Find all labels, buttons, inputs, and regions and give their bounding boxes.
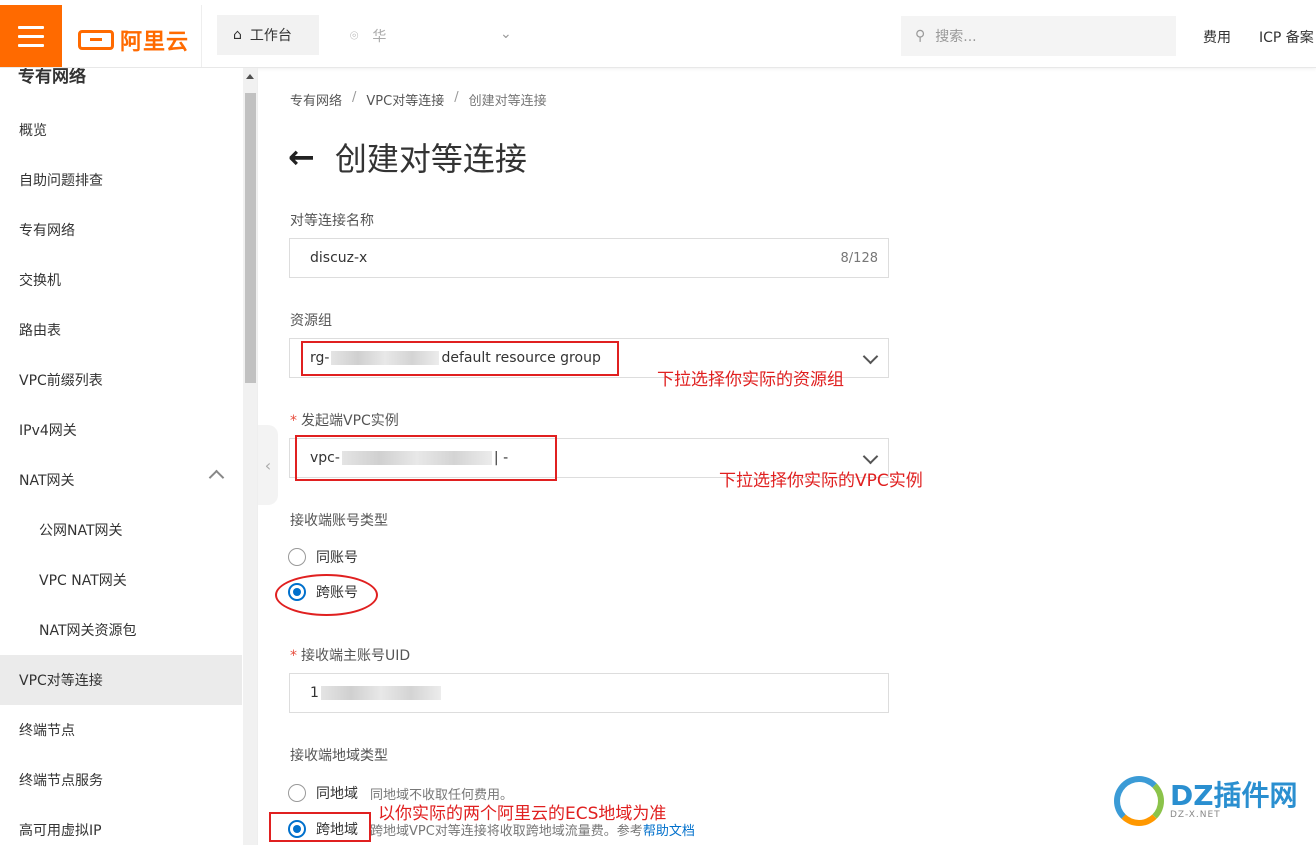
annotation-ellipse [275,574,378,616]
sidebar: 专有网络 概览 自助问题排查 专有网络 交换机 路由表 VPC前缀列表 IPv4… [0,68,258,845]
vpc-label-text: 发起端VPC实例 [301,413,399,429]
redacted-id [320,686,441,700]
sidebar-item-vswitch[interactable]: 交换机 [0,255,242,305]
uid-label: * 接收端主账号UID [290,645,410,665]
chevron-up-icon [208,469,225,486]
sidebar-item-label: 路由表 [19,323,61,339]
radio-circle [288,784,306,802]
radio-circle [288,548,306,566]
breadcrumb: 专有网络 / VPC对等连接 / 创建对等连接 [290,90,547,109]
sidebar-item-nat-package[interactable]: NAT网关资源包 [0,605,242,655]
sidebar-item-label: 概览 [19,123,47,139]
hamburger-menu-button[interactable] [0,5,62,67]
sidebar-item-label: VPC前缀列表 [19,373,103,389]
region-type-label: 接收端地域类型 [290,748,388,764]
uid-value: 1 [310,685,319,701]
breadcrumb-separator: / [454,90,459,105]
divider [201,5,202,67]
annotation-box [301,341,619,376]
annotation-region: 以你实际的两个阿里云的ECS地域为准 [378,804,667,824]
search-placeholder: 搜索... [935,29,977,45]
annotation-resource-group: 下拉选择你实际的资源组 [657,370,844,390]
watermark-logo-icon [1114,776,1164,826]
sidebar-item-label: 终端节点服务 [19,773,103,789]
breadcrumb-current: 创建对等连接 [468,94,547,109]
sidebar-item-label: VPC对等连接 [19,673,103,689]
home-icon: ⌂ [233,27,242,43]
main-content: 专有网络 / VPC对等连接 / 创建对等连接 ← 创建对等连接 对等连接名称 … [258,68,1316,845]
sidebar-item-label: 自助问题排查 [19,173,103,189]
workbench-label: 工作台 [249,28,292,44]
resource-group-label: 资源组 [290,313,332,329]
back-arrow-icon[interactable]: ← [288,138,315,176]
help-doc-link[interactable]: 帮助文档 [643,824,695,839]
region-label: 华 [372,29,387,45]
radio-label: 同账号 [316,550,358,566]
sidebar-item-vpc-nat[interactable]: VPC NAT网关 [0,555,242,605]
sidebar-title: 专有网络 [18,68,86,87]
region-selector[interactable]: ⌾ 华 ⌄ [350,26,512,46]
top-link-fees[interactable]: 费用 [1203,27,1231,47]
annotation-box [295,435,557,481]
top-link-icp[interactable]: ICP 备案 [1259,27,1314,47]
sidebar-item-public-nat[interactable]: 公网NAT网关 [0,505,242,555]
chevron-down-icon [862,448,879,465]
peering-name-label: 对等连接名称 [290,213,374,229]
location-icon: ⌾ [350,28,359,44]
annotation-box [269,812,371,842]
sidebar-item-nat-gateway[interactable]: NAT网关 [0,455,242,505]
sidebar-item-route-table[interactable]: 路由表 [0,305,242,355]
aliyun-logo[interactable]: 阿里云 [78,24,189,56]
uid-label-text: 接收端主账号UID [301,648,411,664]
top-navbar: 阿里云 ⌂ 工作台 ⌾ 华 ⌄ ⚲ 搜索... 费用 ICP 备案 [0,0,1316,68]
page-header: ← 创建对等连接 [288,134,527,180]
chevron-down-icon [862,348,879,365]
aliyun-logo-icon [78,30,114,50]
sidebar-item-label: 公网NAT网关 [39,523,123,539]
account-type-label: 接收端账号类型 [290,513,388,529]
sidebar-item-vpc[interactable]: 专有网络 [0,205,242,255]
page-title: 创建对等连接 [334,140,527,178]
scroll-up-arrow-icon[interactable] [246,74,254,79]
uid-input[interactable]: 1 [289,673,889,713]
brand-name: 阿里云 [120,30,190,55]
sidebar-item-prefix-list[interactable]: VPC前缀列表 [0,355,242,405]
radio-label: 同地域 [316,786,358,802]
annotation-vpc: 下拉选择你实际的VPC实例 [719,471,923,491]
sidebar-item-label: IPv4网关 [19,423,77,439]
watermark-text: DZ插件网 [1170,779,1298,812]
chevron-down-icon: ⌄ [500,26,512,42]
radio-same-account[interactable]: 同账号 [288,547,358,567]
sidebar-item-label: NAT网关 [19,473,75,489]
sidebar-item-vpc-peering[interactable]: VPC对等连接 [0,655,242,705]
char-counter: 8/128 [840,250,878,266]
sidebar-item-endpoint[interactable]: 终端节点 [0,705,242,755]
sidebar-item-label: 终端节点 [19,723,75,739]
sidebar-item-label: 高可用虚拟IP [19,823,102,839]
workbench-button[interactable]: ⌂ 工作台 [217,15,319,55]
required-mark: * [290,648,297,664]
peering-name-value: discuz-x [310,250,368,266]
breadcrumb-vpc[interactable]: 专有网络 [290,90,342,109]
sidebar-item-ipv4-gateway[interactable]: IPv4网关 [0,405,242,455]
sidebar-item-label: 专有网络 [19,223,75,239]
sidebar-item-label: 交换机 [19,273,61,289]
breadcrumb-peering[interactable]: VPC对等连接 [366,90,444,109]
search-icon: ⚲ [915,28,926,44]
peering-name-input[interactable]: discuz-x 8/128 [289,238,889,278]
search-input[interactable]: ⚲ 搜索... [901,16,1176,56]
sidebar-scroll-thumb[interactable] [245,93,256,383]
sidebar-item-endpoint-service[interactable]: 终端节点服务 [0,755,242,805]
watermark: DZ插件网 DZ-X.NET [1114,776,1298,826]
sidebar-item-overview[interactable]: 概览 [0,105,242,155]
sidebar-item-label: VPC NAT网关 [39,573,127,589]
hint-text: 跨地域VPC对等连接将收取跨地域流量费。参考 [370,823,643,839]
breadcrumb-separator: / [352,90,357,105]
sidebar-item-troubleshoot[interactable]: 自助问题排查 [0,155,242,205]
required-mark: * [290,413,297,429]
vpc-instance-label: * 发起端VPC实例 [290,410,399,430]
sidebar-item-label: NAT网关资源包 [39,623,137,639]
sidebar-item-havip[interactable]: 高可用虚拟IP [0,805,242,845]
